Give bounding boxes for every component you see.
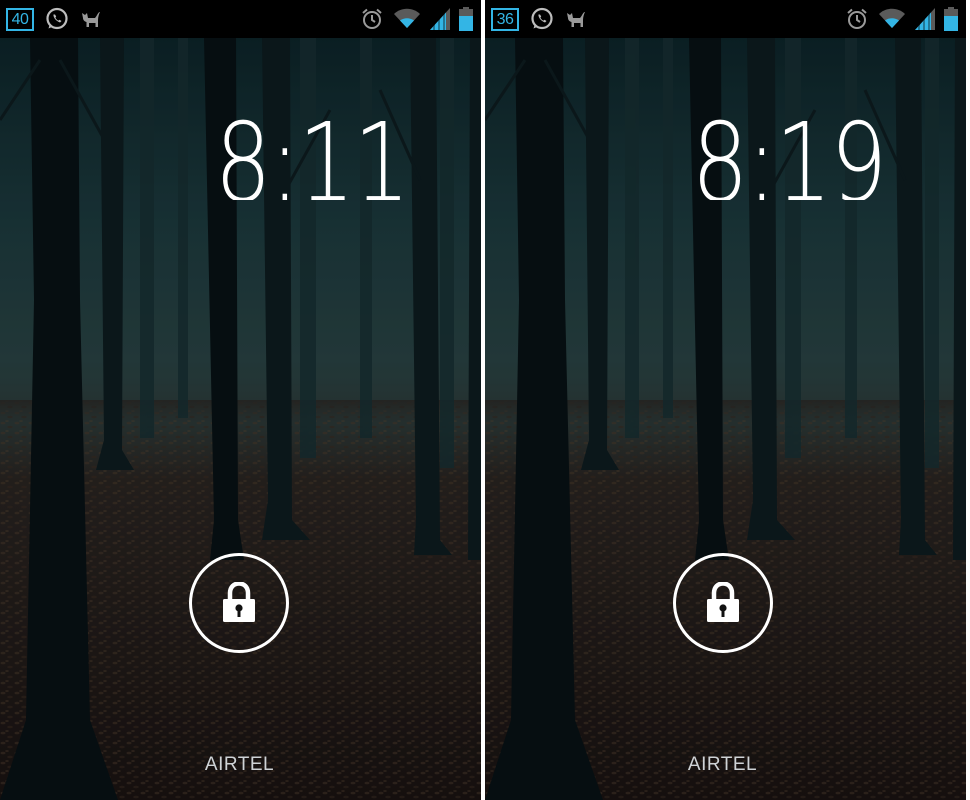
notification-count-icon: 36 <box>491 7 519 31</box>
battery-icon <box>459 7 473 31</box>
alarm-icon <box>360 7 384 31</box>
wifi-icon <box>878 8 906 30</box>
lockscreen-right: 36 8:19 AIRTEL <box>485 0 966 800</box>
signal-icon <box>430 8 450 30</box>
cat-icon <box>80 8 102 30</box>
carrier-label: AIRTEL <box>204 754 275 775</box>
whatsapp-icon <box>45 7 69 31</box>
battery-icon <box>944 7 958 31</box>
unlock-button[interactable] <box>673 553 773 653</box>
whatsapp-icon <box>530 7 554 31</box>
lockscreen-clock: 8:11 <box>183 108 409 200</box>
clock-time: 8:19 <box>692 108 886 200</box>
unlock-button[interactable] <box>189 553 289 653</box>
cat-icon <box>565 8 587 30</box>
carrier-label: AIRTEL <box>687 754 758 775</box>
status-bar: 40 <box>0 0 481 38</box>
clock-time: 8:11 <box>215 108 409 200</box>
wifi-icon <box>393 8 421 30</box>
lockscreen-left: 40 8:11 AIRTEL <box>0 0 481 800</box>
lockscreen-clock: 8:19 <box>660 108 886 200</box>
status-bar: 36 <box>485 0 966 38</box>
lock-icon <box>706 582 740 624</box>
alarm-icon <box>845 7 869 31</box>
notification-count-icon: 40 <box>6 7 34 31</box>
signal-icon <box>915 8 935 30</box>
lock-icon <box>222 582 256 624</box>
